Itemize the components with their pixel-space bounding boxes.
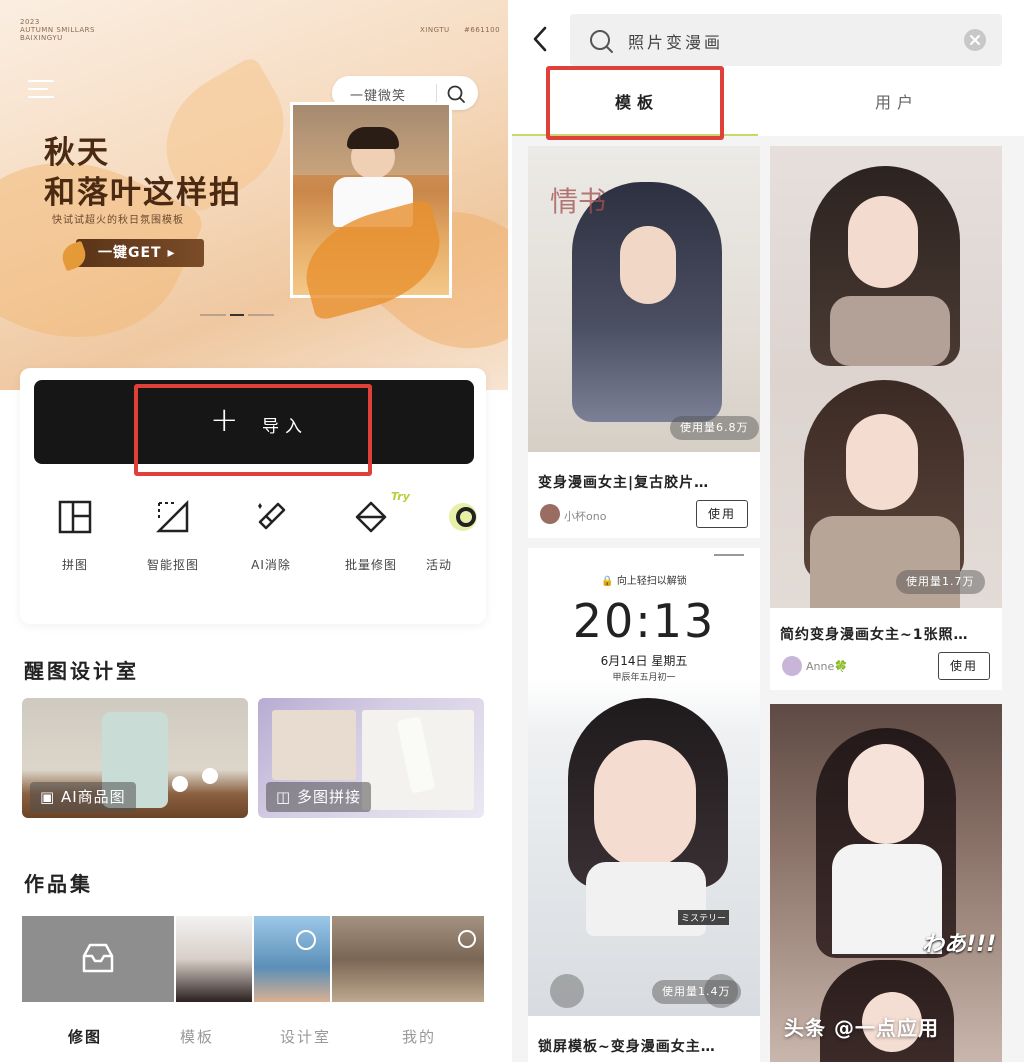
- lock-date: 6月14日 星期五: [600, 654, 688, 668]
- author-name: Anne🍀: [806, 660, 848, 673]
- eraser-icon: [258, 502, 286, 530]
- flashlight-icon[interactable]: [550, 974, 584, 1008]
- back-arrow-icon[interactable]: [530, 24, 550, 54]
- author-name: 小杯ono: [564, 510, 607, 523]
- work-thumbnail[interactable]: [332, 916, 484, 1002]
- work-thumbnail[interactable]: [254, 916, 330, 1002]
- tool-smart-cutout[interactable]: 智能抠图: [128, 500, 218, 580]
- clear-icon[interactable]: [964, 29, 986, 51]
- template-image: 🔒 向上轻扫以解锁 20:13 6月14日 星期五 甲辰年五月初一 ミステリー …: [528, 548, 760, 1016]
- menu-icon[interactable]: [28, 78, 54, 100]
- avatar: [782, 656, 802, 676]
- tool-batch-edit[interactable]: 批量修图: [326, 500, 416, 580]
- use-button[interactable]: 使用: [696, 500, 748, 528]
- tab-users[interactable]: 用户: [812, 84, 982, 128]
- inbox-icon: [82, 943, 114, 973]
- work-thumbnail[interactable]: [176, 916, 252, 1002]
- works-title: 作品集: [24, 872, 93, 896]
- active-tab-indicator: [512, 134, 758, 136]
- avatar: [540, 504, 560, 524]
- try-badge: Try: [391, 490, 410, 503]
- autumn-banner[interactable]: 2023 AUTUMN SMILLARS BAIXINGYU XINGTU #6…: [0, 0, 508, 390]
- use-count: 使用量1.7万: [896, 570, 985, 594]
- template-image: 情书 使用量6.8万: [528, 146, 760, 452]
- use-count: 使用量6.8万: [670, 416, 759, 440]
- banner-get-button[interactable]: 一键GET ▸: [76, 239, 204, 267]
- search-icon[interactable]: [446, 84, 466, 104]
- banner-page-indicator: [200, 314, 278, 317]
- lock-time: 20:13: [572, 594, 716, 648]
- ai-product-card[interactable]: ▣ AI商品图: [22, 698, 248, 818]
- template-card[interactable]: 使用量1.7万 简约变身漫画女主~1张照… Anne🍀 使用: [770, 146, 1002, 690]
- activity-icon: [449, 503, 477, 531]
- use-button[interactable]: 使用: [938, 652, 990, 680]
- watermark: 头条 @一点应用: [784, 1016, 939, 1040]
- ai-product-label: ▣ AI商品图: [30, 782, 136, 812]
- template-title: 锁屏模板~变身漫画女主…: [538, 1039, 716, 1055]
- tool-collage[interactable]: 拼图: [30, 500, 120, 580]
- search-query: 照片变漫画: [628, 33, 724, 52]
- design-room-title: 醒图设计室: [24, 659, 139, 683]
- template-card[interactable]: わあ!!!: [770, 704, 1002, 1062]
- overlay-text: わあ!!!: [922, 932, 997, 957]
- banner-code-note: #661100: [464, 26, 501, 34]
- banner-small-note: 2023 AUTUMN SMILLARS BAIXINGYU: [20, 18, 95, 42]
- banner-brand-note: XINGTU: [420, 26, 450, 34]
- template-image: 使用量1.7万: [770, 146, 1002, 608]
- lock-lunar-date: 甲辰年五月初一: [612, 673, 676, 683]
- banner-title: 秋天 和落叶这样拍: [44, 135, 242, 211]
- tool-activity[interactable]: 活动: [412, 500, 482, 580]
- banner-subtitle: 快试试超火的秋日氛围模板: [52, 215, 184, 226]
- tool-ai-erase[interactable]: AI消除: [226, 500, 316, 580]
- nav-design-room[interactable]: 设计室: [280, 1026, 331, 1047]
- use-count: 使用量1.4万: [652, 980, 741, 1004]
- inbox-tile[interactable]: [22, 916, 174, 1002]
- xingtu-home-screen: 2023 AUTUMN SMILLARS BAIXINGYU XINGTU #6…: [0, 0, 508, 1062]
- cutout-icon: [156, 500, 189, 533]
- bottom-nav: 修图 模板 设计室 我的: [0, 1010, 508, 1062]
- nav-me[interactable]: 我的: [402, 1026, 436, 1047]
- search-results-screen: 照片变漫画 模板 用户 情书 使用量6.8万 变身漫画女主|复古胶片… 小杯on…: [512, 0, 1024, 1062]
- lock-hint: 🔒 向上轻扫以解锁: [601, 576, 687, 587]
- import-button[interactable]: + 导入: [34, 380, 474, 464]
- collage-icon: [58, 500, 92, 534]
- batch-edit-icon: [355, 501, 387, 533]
- top-bar: 照片变漫画 模板 用户: [512, 0, 1024, 140]
- multi-image-card[interactable]: ◫ 多图拼接: [258, 698, 484, 818]
- template-title: 变身漫画女主|复古胶片…: [538, 475, 710, 491]
- plus-icon: +: [210, 400, 239, 440]
- search-icon: [590, 30, 613, 53]
- tab-templates[interactable]: 模板: [552, 84, 722, 128]
- nav-edit[interactable]: 修图: [68, 1026, 102, 1047]
- nav-templates[interactable]: 模板: [180, 1026, 214, 1047]
- template-image: わあ!!!: [770, 704, 1002, 1062]
- template-title: 简约变身漫画女主~1张照…: [780, 627, 969, 643]
- template-card[interactable]: 🔒 向上轻扫以解锁 20:13 6月14日 星期五 甲辰年五月初一 ミステリー …: [528, 548, 760, 1062]
- import-label: 导入: [262, 417, 308, 437]
- banner-photo: [290, 102, 453, 322]
- search-input[interactable]: 照片变漫画: [570, 14, 1002, 66]
- works-gallery: [22, 916, 484, 1002]
- multi-image-label: ◫ 多图拼接: [266, 782, 371, 812]
- template-card[interactable]: 情书 使用量6.8万 变身漫画女主|复古胶片… 小杯ono 使用: [528, 146, 760, 538]
